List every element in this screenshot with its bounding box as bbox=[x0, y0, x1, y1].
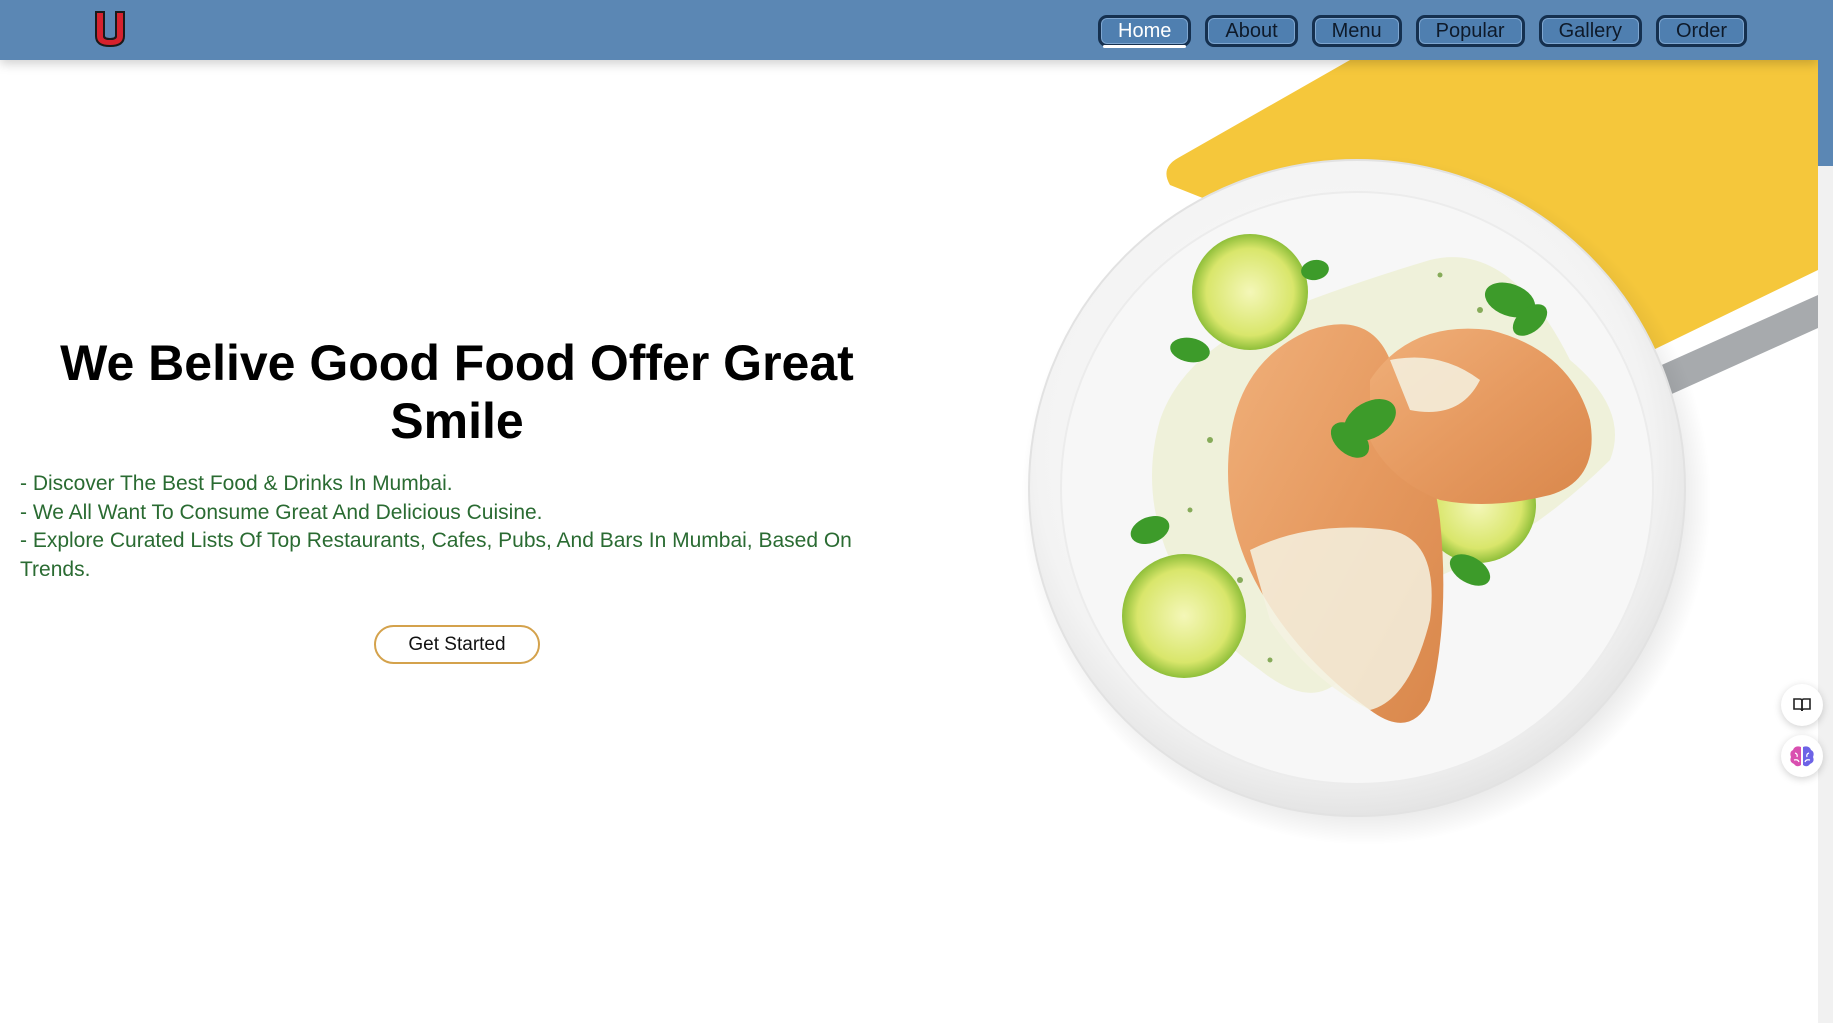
reader-mode-button[interactable] bbox=[1781, 684, 1823, 726]
u-logo-icon[interactable] bbox=[92, 8, 128, 50]
page-scrollbar[interactable] bbox=[1818, 0, 1833, 1023]
nav-about-button[interactable]: About bbox=[1205, 15, 1298, 47]
scrollbar-thumb[interactable] bbox=[1818, 0, 1833, 166]
header-bar: Home About Menu Popular Gallery Order bbox=[0, 0, 1818, 60]
nav-gallery-button[interactable]: Gallery bbox=[1538, 15, 1642, 47]
nav-home-button[interactable]: Home bbox=[1098, 15, 1192, 48]
nav-order-button[interactable]: Order bbox=[1655, 15, 1748, 47]
page: Home About Menu Popular Gallery Order We… bbox=[0, 0, 1833, 1023]
list-item: - Discover The Best Food & Drinks In Mum… bbox=[20, 472, 453, 495]
list-item: - Explore Curated Lists Of Top Restauran… bbox=[20, 529, 852, 581]
hero-food-image bbox=[1021, 60, 1818, 845]
get-started-button[interactable]: Get Started bbox=[374, 625, 540, 664]
nav-menu-button[interactable]: Menu bbox=[1311, 15, 1402, 47]
brain-icon bbox=[1790, 746, 1814, 767]
nav-popular-button[interactable]: Popular bbox=[1415, 15, 1525, 47]
assistant-button[interactable] bbox=[1781, 735, 1823, 777]
book-reader-icon bbox=[1793, 698, 1811, 712]
list-item: - We All Want To Consume Great And Delic… bbox=[20, 500, 543, 524]
main-nav: Home About Menu Popular Gallery Order bbox=[1098, 15, 1748, 48]
hero-title: We Belive Good Food Offer Great Smile bbox=[60, 335, 854, 449]
hero-feature-list: - Discover The Best Food & Drinks In Mum… bbox=[20, 470, 910, 584]
